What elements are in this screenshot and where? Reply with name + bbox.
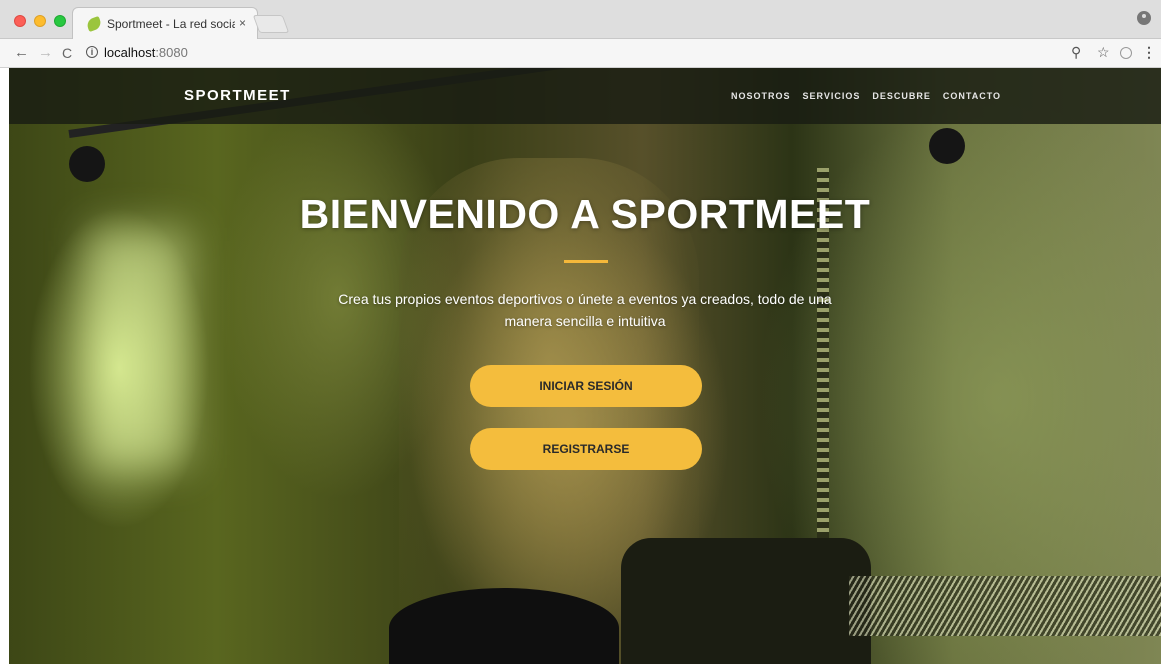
background-light <box>89 228 189 468</box>
hero-divider <box>564 260 608 263</box>
background-bar-end-right <box>929 128 965 164</box>
background-bar-end-left <box>69 146 105 182</box>
extension-icon[interactable] <box>1120 47 1132 59</box>
site-nav-links: NOSOTROS SERVICIOS DESCUBRE CONTACTO <box>731 91 1013 101</box>
forward-icon[interactable]: → <box>38 44 53 62</box>
url-host: localhost <box>104 45 156 60</box>
leaf-favicon-icon <box>85 15 103 33</box>
info-icon[interactable]: i <box>86 46 98 58</box>
reload-icon[interactable]: C <box>62 44 72 62</box>
hero-title: BIENVENIDO A SPORTMEET <box>299 191 871 237</box>
nav-link-contacto[interactable]: CONTACTO <box>943 91 1001 101</box>
login-button[interactable]: INICIAR SESIÓN <box>470 365 702 407</box>
browser-tab[interactable]: Sportmeet - La red social depo × <box>72 7 258 40</box>
hero-section: SPORTMEET NOSOTROS SERVICIOS DESCUBRE CO… <box>9 68 1161 664</box>
hero-subtitle: Crea tus propios eventos deportivos o ún… <box>338 291 832 329</box>
zoom-icon[interactable]: ⚲ <box>1071 44 1081 61</box>
browser-window: Sportmeet - La red social depo × ← → C i… <box>0 0 1161 664</box>
bookmark-star-icon[interactable]: ☆ <box>1097 44 1110 61</box>
nav-link-nosotros[interactable]: NOSOTROS <box>731 91 791 101</box>
nav-link-descubre[interactable]: DESCUBRE <box>872 91 931 101</box>
tab-title: Sportmeet - La red social depo <box>107 17 235 31</box>
site-navbar: SPORTMEET NOSOTROS SERVICIOS DESCUBRE CO… <box>9 68 1161 124</box>
register-button[interactable]: REGISTRARSE <box>470 428 702 470</box>
browser-toolbar: ← → C i localhost:8080 ⚲ ☆ ⋮ <box>0 39 1161 68</box>
background-bench <box>621 538 871 664</box>
back-icon[interactable]: ← <box>14 44 29 62</box>
new-tab-button[interactable] <box>252 15 290 33</box>
address-bar[interactable]: i localhost:8080 <box>82 43 1082 64</box>
tab-close-icon[interactable]: × <box>239 16 246 30</box>
nav-link-servicios[interactable]: SERVICIOS <box>803 91 861 101</box>
window-close-button[interactable] <box>14 15 26 27</box>
window-minimize-button[interactable] <box>34 15 46 27</box>
site-brand-link[interactable]: SPORTMEET <box>184 87 291 104</box>
url-port: :8080 <box>155 45 188 60</box>
tab-strip: Sportmeet - La red social depo × <box>0 0 1161 40</box>
browser-menu-icon[interactable]: ⋮ <box>1142 44 1156 61</box>
profile-icon[interactable] <box>1137 11 1151 25</box>
window-maximize-button[interactable] <box>54 15 66 27</box>
background-athlete-shorts <box>389 588 619 664</box>
background-cable <box>849 576 1161 636</box>
url-text[interactable]: localhost:8080 <box>104 45 188 60</box>
